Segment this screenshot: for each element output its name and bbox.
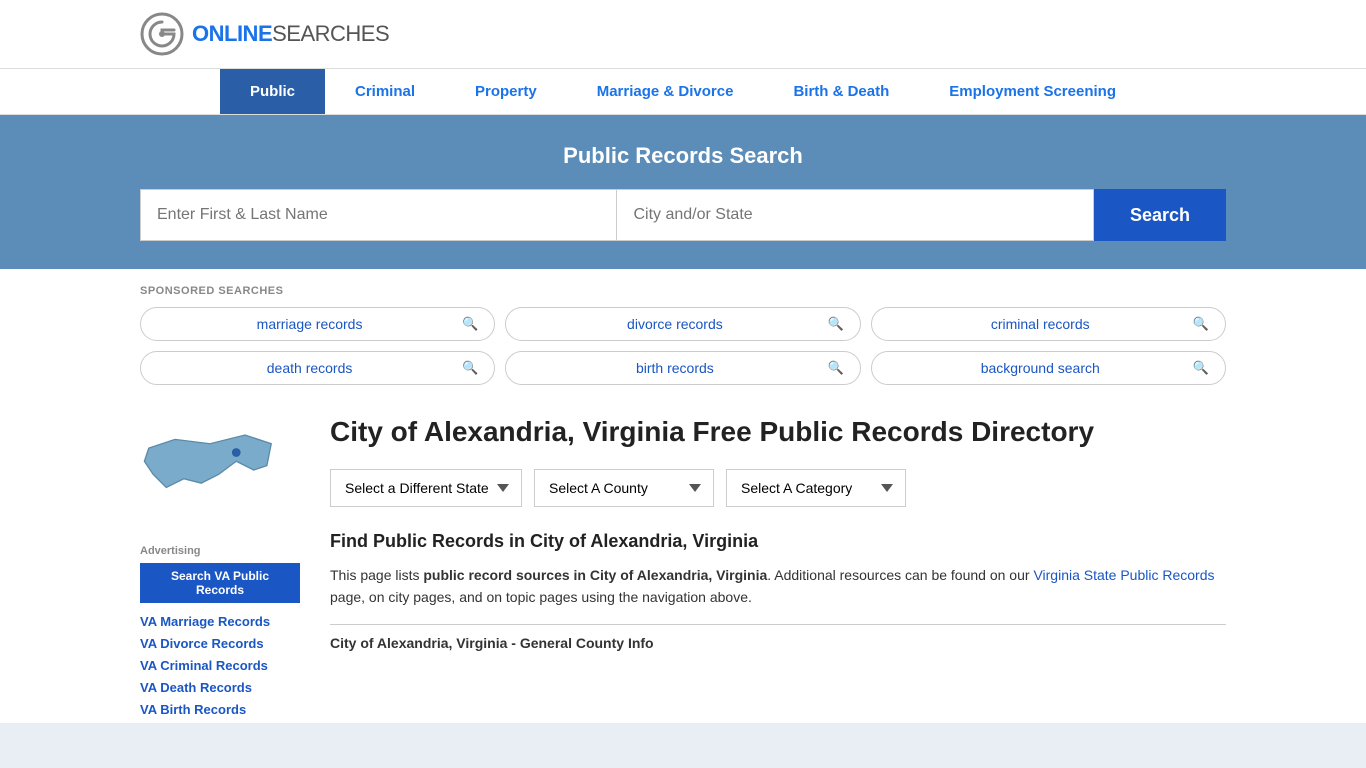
sidebar: Advertising Search VA Public Records VA …: [140, 415, 300, 723]
find-records-text: This page lists public record sources in…: [330, 564, 1226, 609]
nav-property[interactable]: Property: [445, 69, 567, 114]
search-row: Search: [140, 189, 1226, 241]
search-icon-4: 🔍: [462, 360, 478, 376]
name-input[interactable]: [140, 189, 617, 241]
nav-public[interactable]: Public: [220, 69, 325, 114]
search-icon-5: 🔍: [827, 360, 843, 376]
page-title: City of Alexandria, Virginia Free Public…: [330, 415, 1226, 449]
general-county-info: City of Alexandria, Virginia - General C…: [330, 624, 1226, 651]
city-state-input[interactable]: [617, 189, 1093, 241]
find-text-bold: public record sources in City of Alexand…: [423, 567, 767, 583]
sponsored-item-birth[interactable]: birth records 🔍: [505, 351, 860, 385]
sidebar-link-divorce[interactable]: VA Divorce Records: [140, 635, 300, 653]
sponsored-item-death[interactable]: death records 🔍: [140, 351, 495, 385]
find-text-2: . Additional resources can be found on o…: [767, 567, 1033, 583]
nav-birth-death[interactable]: Birth & Death: [763, 69, 919, 114]
virginia-state-link[interactable]: Virginia State Public Records: [1033, 567, 1214, 583]
county-dropdown[interactable]: Select A County: [534, 469, 714, 507]
dropdowns-row: Select a Different State Select A County…: [330, 469, 1226, 507]
sponsored-item-criminal-text: criminal records: [888, 316, 1193, 332]
state-dropdown[interactable]: Select a Different State: [330, 469, 522, 507]
sponsored-item-marriage[interactable]: marriage records 🔍: [140, 307, 495, 341]
main-nav: Public Criminal Property Marriage & Divo…: [0, 69, 1366, 115]
sidebar-ad-button[interactable]: Search VA Public Records: [140, 563, 300, 603]
sponsored-item-death-text: death records: [157, 360, 462, 376]
sponsored-item-background-text: background search: [888, 360, 1193, 376]
search-icon-2: 🔍: [827, 316, 843, 332]
advertising-label: Advertising: [140, 545, 300, 557]
search-banner: Public Records Search Search: [0, 115, 1366, 269]
find-text-3: page, on city pages, and on topic pages …: [330, 589, 752, 605]
sponsored-grid: marriage records 🔍 divorce records 🔍 cri…: [140, 307, 1226, 385]
find-records-title: Find Public Records in City of Alexandri…: [330, 531, 1226, 552]
search-icon-3: 🔍: [1193, 316, 1209, 332]
header: ONLINESEARCHES: [0, 0, 1366, 69]
content-area: Advertising Search VA Public Records VA …: [0, 415, 1366, 723]
search-icon-6: 🔍: [1193, 360, 1209, 376]
sidebar-links: VA Marriage Records VA Divorce Records V…: [140, 613, 300, 719]
search-banner-title: Public Records Search: [140, 143, 1226, 169]
main-content: City of Alexandria, Virginia Free Public…: [330, 415, 1226, 723]
sidebar-link-birth[interactable]: VA Birth Records: [140, 701, 300, 719]
search-icon-1: 🔍: [462, 316, 478, 332]
logo[interactable]: ONLINESEARCHES: [140, 12, 389, 56]
main-wrapper: SPONSORED SEARCHES marriage records 🔍 di…: [0, 269, 1366, 723]
sponsored-item-criminal[interactable]: criminal records 🔍: [871, 307, 1226, 341]
logo-icon: [140, 12, 184, 56]
sidebar-link-death[interactable]: VA Death Records: [140, 679, 300, 697]
sidebar-link-criminal[interactable]: VA Criminal Records: [140, 657, 300, 675]
sponsored-label: SPONSORED SEARCHES: [140, 285, 1226, 297]
logo-text: ONLINESEARCHES: [192, 21, 389, 47]
find-text-1: This page lists: [330, 567, 423, 583]
sponsored-item-divorce-text: divorce records: [522, 316, 827, 332]
state-map: [140, 415, 280, 525]
sponsored-item-birth-text: birth records: [522, 360, 827, 376]
search-button[interactable]: Search: [1094, 189, 1226, 241]
nav-criminal[interactable]: Criminal: [325, 69, 445, 114]
sponsored-item-divorce[interactable]: divorce records 🔍: [505, 307, 860, 341]
sponsored-section: SPONSORED SEARCHES marriage records 🔍 di…: [0, 269, 1366, 395]
category-dropdown[interactable]: Select A Category: [726, 469, 906, 507]
nav-marriage-divorce[interactable]: Marriage & Divorce: [567, 69, 764, 114]
sponsored-item-marriage-text: marriage records: [157, 316, 462, 332]
sidebar-link-marriage[interactable]: VA Marriage Records: [140, 613, 300, 631]
sponsored-item-background[interactable]: background search 🔍: [871, 351, 1226, 385]
nav-employment[interactable]: Employment Screening: [919, 69, 1146, 114]
